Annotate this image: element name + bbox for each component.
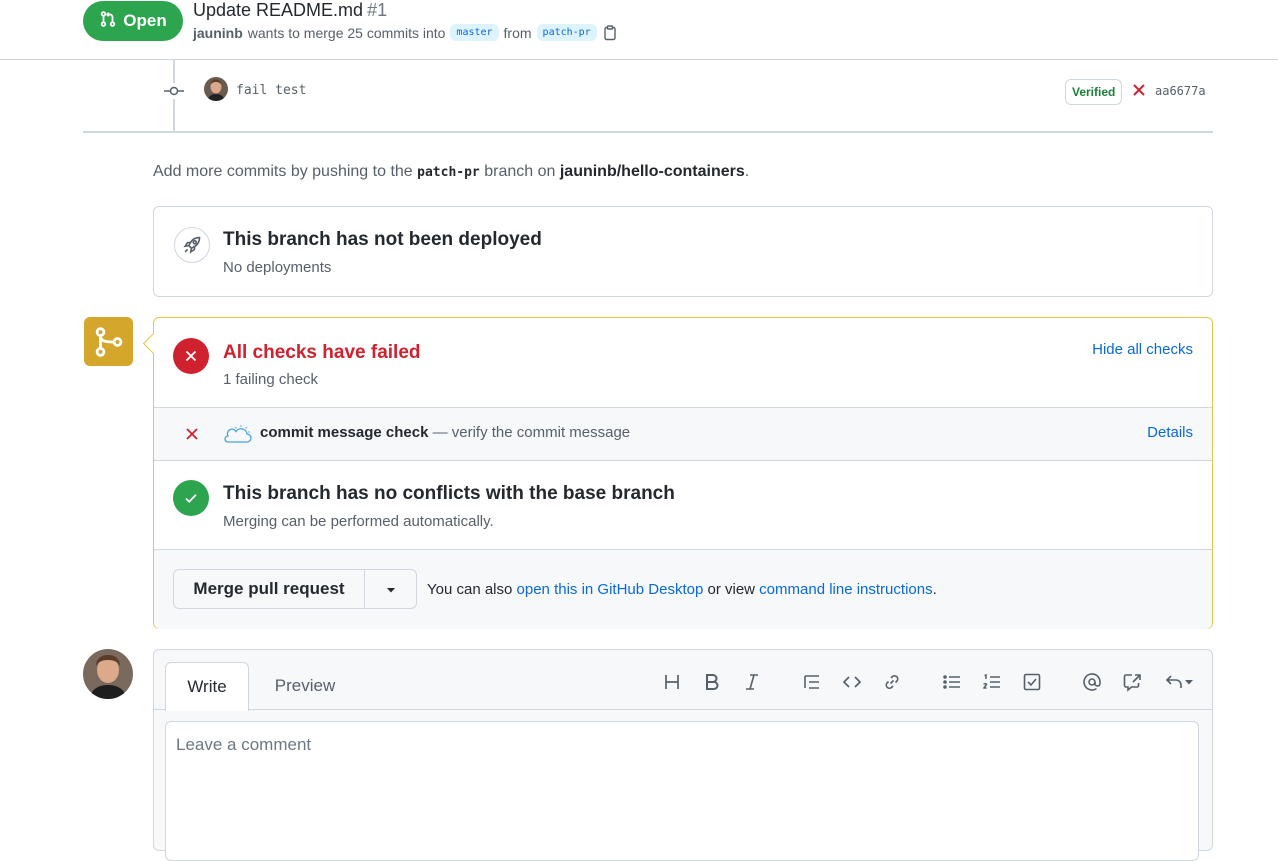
link-icon[interactable] bbox=[880, 670, 904, 694]
deployment-subtitle: No deployments bbox=[223, 259, 332, 276]
merge-footer: Merge pull request You can also open thi… bbox=[154, 549, 1212, 629]
tab-preview[interactable]: Preview bbox=[267, 662, 343, 710]
bold-icon[interactable] bbox=[700, 670, 724, 694]
pr-state-label: Open bbox=[123, 11, 167, 30]
triangle-down-icon bbox=[385, 581, 397, 597]
pr-title-row: Update README.md #1 bbox=[193, 0, 387, 21]
check-name: commit message check bbox=[260, 424, 429, 441]
ordered-list-icon[interactable] bbox=[980, 670, 1004, 694]
merge-button-group: Merge pull request bbox=[173, 569, 417, 609]
unordered-list-icon[interactable] bbox=[940, 670, 964, 694]
check-details-link[interactable]: Details bbox=[1147, 424, 1193, 441]
x-circle-icon bbox=[173, 338, 209, 374]
merge-box: All checks have failed 1 failing check H… bbox=[153, 317, 1213, 629]
check-row: commit message check — verify the commit… bbox=[154, 407, 1212, 461]
pr-meta: jauninb wants to merge 25 commits into m… bbox=[193, 24, 618, 41]
commit-message[interactable]: fail test bbox=[236, 83, 306, 98]
push-hint-prefix: Add more commits by pushing to the bbox=[153, 163, 413, 180]
heading-icon[interactable] bbox=[660, 670, 684, 694]
timeline-divider bbox=[83, 131, 1213, 133]
check-failed-icon bbox=[185, 427, 199, 441]
pr-header: Open Update README.md #1 jauninb wants to… bbox=[0, 0, 1278, 60]
deployment-title: This branch has not been deployed bbox=[223, 229, 542, 250]
rocket-icon bbox=[174, 227, 210, 263]
checks-subtitle: 1 failing check bbox=[223, 371, 319, 388]
cloud-app-icon bbox=[224, 422, 252, 446]
push-hint-suffix: . bbox=[744, 163, 750, 180]
merge-note-prefix: You can also bbox=[427, 581, 513, 598]
push-hint-middle: branch on bbox=[484, 163, 556, 180]
copy-icon[interactable] bbox=[602, 24, 618, 41]
tab-write[interactable]: Write bbox=[165, 662, 249, 711]
code-icon[interactable] bbox=[840, 670, 864, 694]
merge-method-dropdown[interactable] bbox=[365, 570, 416, 608]
merge-note: You can also open this in GitHub Desktop… bbox=[427, 581, 937, 598]
base-branch-ref[interactable]: master bbox=[450, 24, 499, 41]
status-failure-icon[interactable] bbox=[1131, 82, 1147, 98]
pr-author-link[interactable]: jauninb bbox=[193, 25, 243, 41]
commit-sha[interactable]: aa6677a bbox=[1155, 84, 1206, 98]
comment-textarea[interactable] bbox=[165, 721, 1199, 861]
merge-note-suffix: . bbox=[932, 581, 937, 598]
deployment-box: This branch has not been deployed No dep… bbox=[153, 206, 1213, 297]
merge-pull-request-button[interactable]: Merge pull request bbox=[174, 570, 365, 608]
check-text: commit message check — verify the commit… bbox=[260, 424, 630, 441]
conflicts-title: This branch has no conflicts with the ba… bbox=[223, 483, 675, 504]
merge-note-middle: or view bbox=[707, 581, 755, 598]
head-branch-ref[interactable]: patch-pr bbox=[536, 24, 597, 41]
italic-icon[interactable] bbox=[740, 670, 764, 694]
quote-icon[interactable] bbox=[800, 670, 824, 694]
push-hint-repo: jauninb/hello-containers bbox=[559, 163, 745, 180]
check-circle-icon bbox=[173, 480, 209, 516]
check-description: — verify the commit message bbox=[432, 424, 631, 441]
push-hint: Add more commits by pushing to the patch… bbox=[153, 163, 749, 181]
task-list-icon[interactable] bbox=[1020, 670, 1044, 694]
pr-from-text: from bbox=[503, 24, 532, 41]
comment-box: Write Preview bbox=[153, 649, 1213, 861]
command-line-link[interactable]: command line instructions bbox=[759, 581, 932, 598]
tab-divider bbox=[154, 709, 1212, 710]
pull-request-icon bbox=[99, 10, 117, 33]
git-merge-icon bbox=[84, 317, 133, 366]
checks-title: All checks have failed bbox=[223, 342, 421, 363]
conflicts-subtitle: Merging can be performed automatically. bbox=[223, 513, 494, 530]
saved-replies-icon[interactable] bbox=[1160, 670, 1198, 694]
pr-title: Update README.md bbox=[193, 0, 364, 20]
pr-number: #1 bbox=[367, 0, 388, 20]
commit-icon bbox=[163, 83, 185, 99]
pr-merge-text: wants to merge 25 commits into bbox=[247, 24, 446, 41]
hide-checks-link[interactable]: Hide all checks bbox=[1092, 341, 1193, 358]
commit-author-avatar[interactable] bbox=[204, 77, 228, 101]
push-hint-branch: patch-pr bbox=[417, 165, 480, 180]
mention-icon[interactable] bbox=[1080, 670, 1104, 694]
pr-state-badge: Open bbox=[83, 1, 183, 41]
github-desktop-link[interactable]: open this in GitHub Desktop bbox=[517, 581, 704, 598]
verified-badge[interactable]: Verified bbox=[1065, 79, 1123, 105]
current-user-avatar[interactable] bbox=[83, 649, 133, 699]
cross-reference-icon[interactable] bbox=[1120, 670, 1144, 694]
